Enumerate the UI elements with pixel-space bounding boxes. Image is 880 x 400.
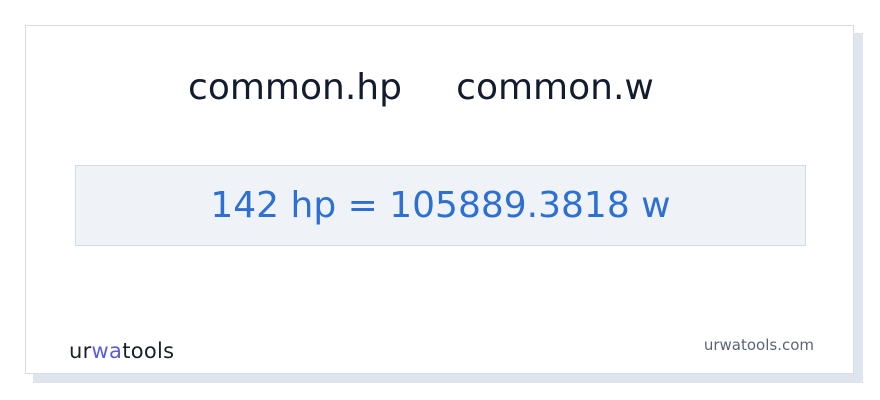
result-box: 142 hp = 105889.3818 w xyxy=(75,165,806,246)
logo-part-tools: tools xyxy=(122,339,175,363)
converter-card: common.hp common.w 142 hp = 105889.3818 … xyxy=(25,25,854,374)
brand-domain: urwatools.com xyxy=(703,336,814,354)
to-unit-label: common.w xyxy=(456,67,654,108)
logo-part-ur: ur xyxy=(69,339,92,363)
urwatools-logo: ur wa tools xyxy=(69,338,174,364)
conversion-result: 142 hp = 105889.3818 w xyxy=(210,184,671,226)
from-unit-label: common.hp xyxy=(188,67,402,108)
logo-part-wa: wa xyxy=(91,339,123,363)
